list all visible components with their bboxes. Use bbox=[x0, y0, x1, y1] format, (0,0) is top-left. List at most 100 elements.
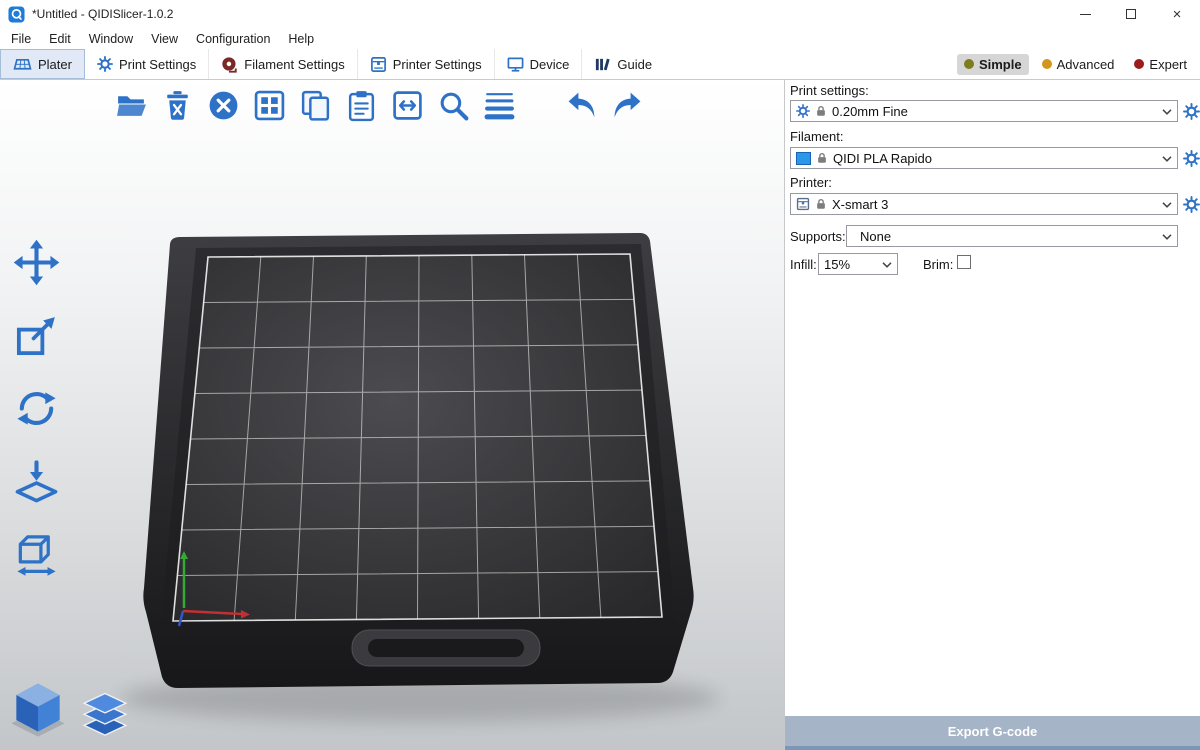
search-button[interactable] bbox=[434, 86, 472, 124]
tabbar: Plater Print Settings Filament Settings … bbox=[0, 49, 1200, 80]
gear-icon bbox=[97, 56, 113, 72]
menu-configuration[interactable]: Configuration bbox=[187, 30, 279, 48]
view-toggle bbox=[8, 680, 130, 740]
infill-combo[interactable]: 15% bbox=[818, 253, 898, 275]
measure-button[interactable] bbox=[10, 528, 62, 580]
advanced-mode-dot-icon bbox=[1042, 59, 1052, 69]
place-on-face-button[interactable] bbox=[10, 455, 62, 507]
menu-file[interactable]: File bbox=[2, 30, 40, 48]
printer-gear-button[interactable] bbox=[1183, 196, 1200, 213]
mode-expert[interactable]: Expert bbox=[1127, 54, 1194, 75]
open-folder-icon bbox=[115, 89, 148, 122]
variable-layer-height-icon bbox=[483, 89, 516, 122]
print-settings-combo[interactable]: 0.20mm Fine bbox=[790, 100, 1178, 122]
minimize-button[interactable] bbox=[1062, 0, 1108, 28]
chevron-down-icon bbox=[1162, 156, 1172, 162]
copy-button[interactable] bbox=[296, 86, 334, 124]
close-button[interactable]: × bbox=[1154, 0, 1200, 28]
move-button[interactable] bbox=[10, 236, 62, 288]
menu-edit[interactable]: Edit bbox=[40, 30, 80, 48]
tab-printer-settings-label: Printer Settings bbox=[393, 57, 482, 72]
printer-icon bbox=[796, 197, 810, 211]
printer-icon bbox=[370, 56, 387, 73]
undo-icon bbox=[565, 89, 598, 122]
menu-help[interactable]: Help bbox=[279, 30, 323, 48]
print-settings-gear-button[interactable] bbox=[1183, 103, 1200, 120]
mode-selector: Simple Advanced Expert bbox=[957, 49, 1200, 79]
printer-value: X-smart 3 bbox=[832, 197, 888, 212]
filament-value: QIDI PLA Rapido bbox=[833, 151, 932, 166]
layers-preview-icon bbox=[80, 690, 130, 740]
infill-label: Infill: bbox=[790, 257, 817, 272]
paste-icon bbox=[345, 89, 378, 122]
undo-button[interactable] bbox=[562, 86, 600, 124]
tab-guide-label: Guide bbox=[617, 57, 652, 72]
tab-plater-label: Plater bbox=[38, 57, 72, 72]
settings-panel: Print settings: 0.20mm Fine Filament: QI… bbox=[784, 80, 1200, 750]
tab-filament-settings[interactable]: Filament Settings bbox=[209, 49, 357, 79]
tab-print-settings-label: Print Settings bbox=[119, 57, 196, 72]
expert-mode-dot-icon bbox=[1134, 59, 1144, 69]
brim-checkbox[interactable] bbox=[957, 255, 971, 269]
open-folder-button[interactable] bbox=[112, 86, 150, 124]
copy-icon bbox=[299, 89, 332, 122]
lock-icon bbox=[815, 105, 827, 117]
delete-button[interactable] bbox=[158, 86, 196, 124]
paste-button[interactable] bbox=[342, 86, 380, 124]
printer-label: Printer: bbox=[790, 175, 832, 190]
lock-icon bbox=[816, 152, 828, 164]
chevron-down-icon bbox=[1162, 109, 1172, 115]
export-button-edge bbox=[785, 746, 1200, 750]
delete-all-button[interactable] bbox=[204, 86, 242, 124]
viewport-3d[interactable] bbox=[0, 80, 784, 750]
tab-filament-settings-label: Filament Settings bbox=[244, 57, 344, 72]
lock-icon bbox=[815, 198, 827, 210]
search-icon bbox=[437, 89, 470, 122]
place-on-face-icon bbox=[13, 458, 60, 505]
maximize-icon bbox=[1126, 9, 1136, 19]
editor-3d-view-button[interactable] bbox=[8, 680, 68, 740]
supports-value: None bbox=[852, 229, 891, 244]
printer-combo[interactable]: X-smart 3 bbox=[790, 193, 1178, 215]
tab-print-settings[interactable]: Print Settings bbox=[85, 49, 209, 79]
delete-all-icon bbox=[207, 89, 240, 122]
mode-simple[interactable]: Simple bbox=[957, 54, 1029, 75]
print-settings-label: Print settings: bbox=[790, 83, 869, 98]
arrange-icon bbox=[253, 89, 286, 122]
chevron-down-icon bbox=[882, 262, 892, 268]
move-icon bbox=[13, 239, 60, 286]
chevron-down-icon bbox=[1162, 202, 1172, 208]
tab-device[interactable]: Device bbox=[495, 49, 583, 79]
filament-combo[interactable]: QIDI PLA Rapido bbox=[790, 147, 1178, 169]
infill-value: 15% bbox=[824, 257, 850, 272]
guide-books-icon bbox=[594, 56, 611, 73]
redo-button[interactable] bbox=[608, 86, 646, 124]
tab-guide[interactable]: Guide bbox=[582, 49, 664, 79]
window-title: *Untitled - QIDISlicer-1.0.2 bbox=[32, 7, 173, 21]
gear-icon bbox=[796, 104, 810, 118]
tab-device-label: Device bbox=[530, 57, 570, 72]
app-window: *Untitled - QIDISlicer-1.0.2 × File Edit… bbox=[0, 0, 1200, 750]
scale-icon bbox=[13, 312, 60, 359]
menu-view[interactable]: View bbox=[142, 30, 187, 48]
mode-advanced[interactable]: Advanced bbox=[1035, 54, 1122, 75]
toolbar-separator bbox=[526, 105, 554, 106]
supports-combo[interactable]: None bbox=[846, 225, 1178, 247]
instances-button[interactable] bbox=[388, 86, 426, 124]
chevron-down-icon bbox=[1162, 234, 1172, 240]
variable-layer-height-button[interactable] bbox=[480, 86, 518, 124]
mode-advanced-label: Advanced bbox=[1057, 57, 1115, 72]
scale-button[interactable] bbox=[10, 309, 62, 361]
export-gcode-button[interactable]: Export G-code bbox=[785, 716, 1200, 746]
tab-printer-settings[interactable]: Printer Settings bbox=[358, 49, 495, 79]
filament-spool-icon bbox=[221, 56, 238, 73]
filament-gear-button[interactable] bbox=[1183, 150, 1200, 167]
maximize-button[interactable] bbox=[1108, 0, 1154, 28]
gizmo-toolbar bbox=[10, 236, 62, 580]
viewport-toolbar bbox=[112, 86, 646, 124]
rotate-button[interactable] bbox=[10, 382, 62, 434]
layers-preview-button[interactable] bbox=[80, 690, 130, 740]
tab-plater[interactable]: Plater bbox=[0, 49, 85, 79]
arrange-button[interactable] bbox=[250, 86, 288, 124]
menu-window[interactable]: Window bbox=[80, 30, 142, 48]
